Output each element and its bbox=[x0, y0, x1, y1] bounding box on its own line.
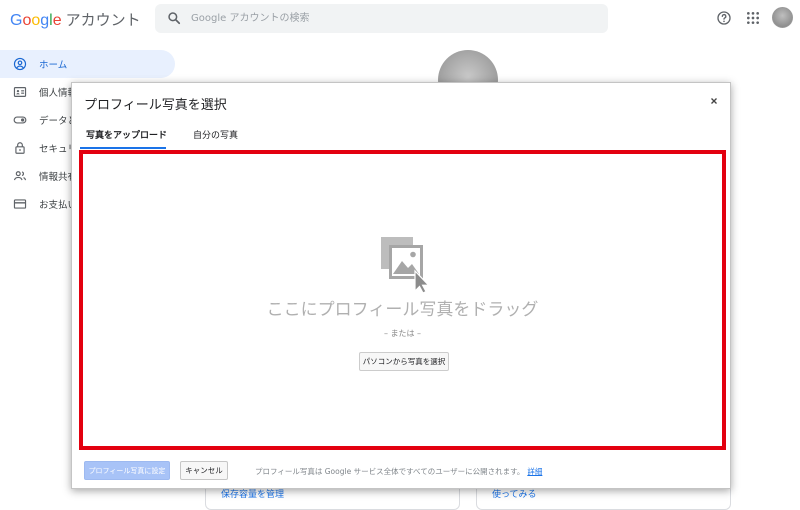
apps-icon[interactable] bbox=[745, 10, 761, 26]
tab-your-photos[interactable]: 自分の写真 bbox=[193, 128, 238, 141]
top-header: Google アカウント bbox=[0, 0, 800, 38]
profile-photo-dialog: プロフィール写真を選択 写真をアップロード 自分の写真 ここにプロフィール写真を… bbox=[71, 82, 731, 489]
google-account-page: Googleアカウント ホーム 個人情報 データとカスタマイズ セキュリティ bbox=[0, 0, 800, 510]
lock-icon bbox=[15, 142, 25, 154]
search-box[interactable] bbox=[155, 4, 608, 33]
sidebar-item-home[interactable]: ホーム bbox=[0, 50, 175, 78]
search-icon[interactable] bbox=[167, 11, 181, 25]
logo-letter: G bbox=[10, 12, 23, 29]
select-from-computer-button[interactable]: パソコンから写真を選択 bbox=[359, 352, 449, 371]
visibility-note-text: プロフィール写真は Google サービス全体ですべてのユーザーに公開されます。 bbox=[255, 467, 525, 476]
visibility-note: プロフィール写真は Google サービス全体ですべてのユーザーに公開されます。… bbox=[255, 466, 542, 477]
drag-instruction: ここにプロフィール写真をドラッグ bbox=[266, 300, 539, 320]
google-account-logo[interactable]: Google アカウント bbox=[10, 9, 141, 30]
photo-drop-zone[interactable]: ここにプロフィール写真をドラッグ – または – パソコンから写真を選択 bbox=[79, 150, 726, 450]
logo-letter: o bbox=[31, 12, 41, 29]
search-input[interactable] bbox=[191, 9, 591, 28]
home-icon bbox=[13, 57, 27, 71]
dialog-title: プロフィール写真を選択 bbox=[84, 98, 227, 113]
account-avatar[interactable] bbox=[772, 7, 793, 28]
help-icon[interactable] bbox=[716, 10, 732, 26]
toggle-icon bbox=[13, 116, 27, 124]
set-profile-photo-button[interactable]: プロフィール写真に設定 bbox=[84, 461, 170, 480]
dialog-footer: プロフィール写真に設定 キャンセル プロフィール写真は Google サービス全… bbox=[72, 457, 732, 487]
close-icon[interactable] bbox=[708, 95, 720, 107]
people-icon bbox=[13, 171, 27, 181]
image-drag-icon bbox=[381, 237, 431, 293]
product-name: アカウント bbox=[65, 12, 141, 29]
tab-indicator bbox=[80, 147, 166, 149]
cancel-button[interactable]: キャンセル bbox=[180, 461, 228, 480]
logo-letter: e bbox=[52, 12, 62, 29]
tab-upload-photo[interactable]: 写真をアップロード bbox=[86, 128, 167, 141]
dialog-tabs: 写真をアップロード 自分の写真 bbox=[72, 123, 732, 149]
details-link[interactable]: 詳細 bbox=[527, 467, 542, 476]
or-separator: – または – bbox=[383, 329, 422, 338]
card-icon bbox=[13, 199, 27, 209]
person-card-icon bbox=[13, 87, 27, 97]
sidebar-item-label: ホーム bbox=[39, 60, 68, 71]
logo-letter: g bbox=[40, 12, 50, 29]
